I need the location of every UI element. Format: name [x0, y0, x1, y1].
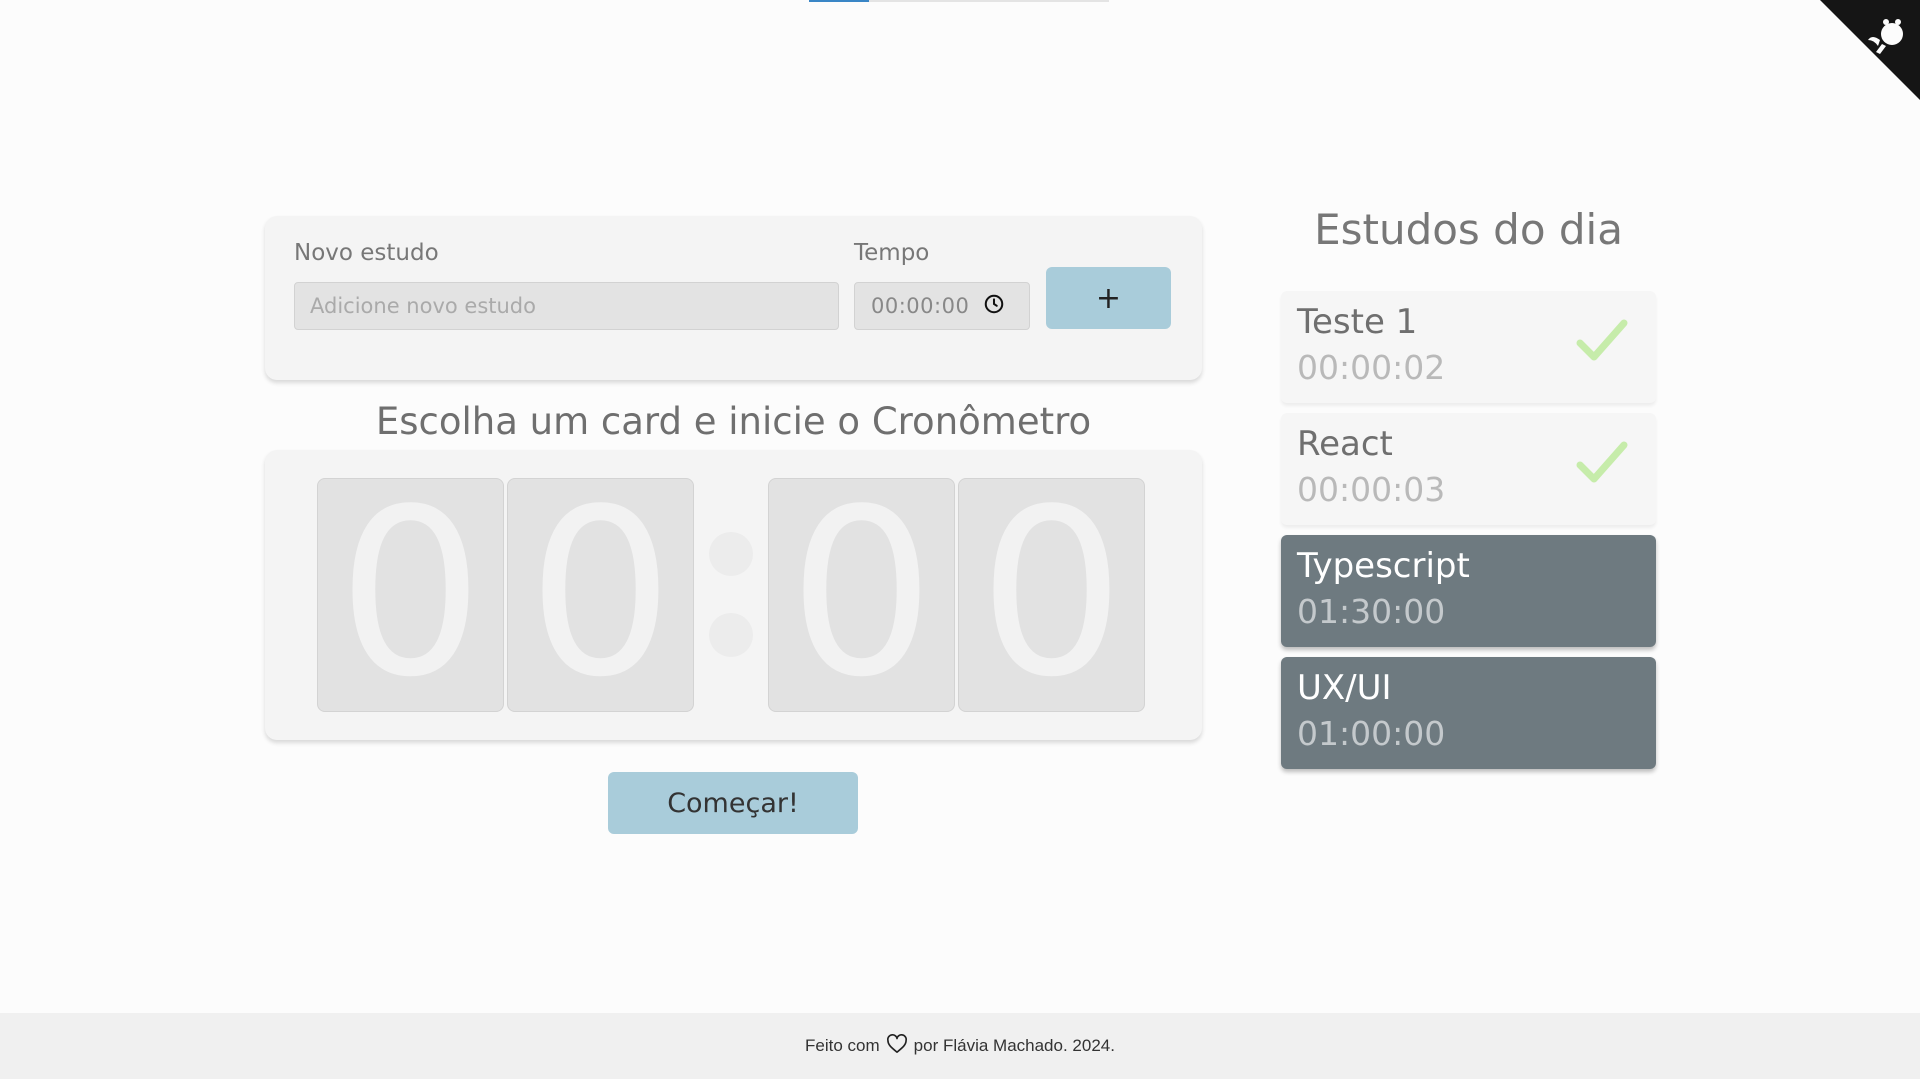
github-corner-icon[interactable] — [1820, 0, 1920, 100]
time-label: Tempo — [854, 240, 930, 266]
time-input[interactable]: 00:00:00 — [854, 282, 1030, 330]
clock-icon[interactable] — [969, 293, 1005, 319]
separator-dot-bottom — [709, 613, 753, 657]
study-time: 01:30:00 — [1297, 592, 1446, 631]
top-progress-active — [809, 0, 869, 2]
separator-dot-top — [709, 532, 753, 576]
study-label: Novo estudo — [294, 240, 439, 266]
footer-prefix: Feito com — [805, 1036, 880, 1055]
timer-title: Escolha um card e inicie o Cronômetro — [375, 400, 1092, 443]
minute-ones-digit: 0 — [507, 478, 694, 712]
study-card[interactable]: UX/UI 01:00:00 — [1281, 657, 1656, 769]
start-button[interactable]: Começar! — [608, 772, 858, 834]
study-input[interactable] — [294, 282, 839, 330]
top-progress-line — [809, 0, 1109, 2]
study-name: UX/UI — [1297, 668, 1392, 708]
footer: Feito com por Flávia Machado. 2024. — [0, 1013, 1920, 1079]
study-time: 01:00:00 — [1297, 714, 1446, 753]
stopwatch: 0 0 0 0 — [265, 450, 1202, 740]
minute-tens-digit: 0 — [317, 478, 504, 712]
study-card[interactable]: Teste 1 00:00:02 — [1281, 291, 1656, 403]
study-card[interactable]: React 00:00:03 — [1281, 413, 1656, 525]
time-input-value: 00:00:00 — [871, 294, 970, 318]
second-tens-digit: 0 — [768, 478, 955, 712]
heart-icon — [880, 1033, 914, 1059]
second-ones-digit: 0 — [958, 478, 1145, 712]
footer-suffix: por Flávia Machado. 2024. — [913, 1036, 1115, 1055]
check-icon — [1576, 317, 1628, 369]
add-study-button[interactable]: + — [1046, 267, 1171, 329]
new-study-form: Novo estudo Tempo 00:00:00 + — [265, 216, 1202, 380]
check-icon — [1576, 439, 1628, 491]
study-card[interactable]: Typescript 01:30:00 — [1281, 535, 1656, 647]
studies-title: Estudos do dia — [1314, 205, 1623, 254]
studies-list: Teste 1 00:00:02 React 00:00:03 Typescri… — [1281, 291, 1656, 779]
study-name: Typescript — [1297, 546, 1470, 586]
